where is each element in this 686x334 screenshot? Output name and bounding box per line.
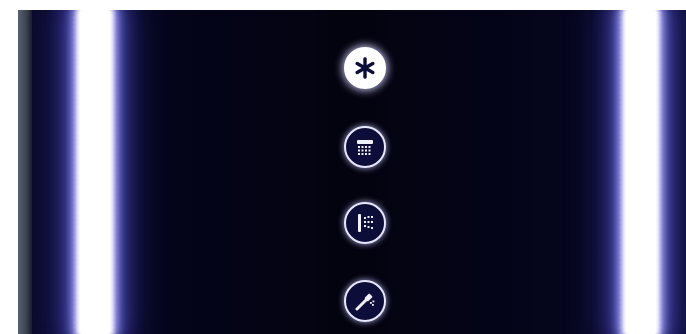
asterisk-icon <box>352 55 378 81</box>
shower-control-panel <box>18 10 686 334</box>
side-jets-icon <box>353 211 377 235</box>
rain-shower-icon <box>353 135 377 159</box>
right-led-strip <box>626 10 656 334</box>
left-led-strip <box>80 10 110 334</box>
control-column <box>344 10 390 334</box>
hand-shower-button[interactable] <box>344 280 386 322</box>
side-jets-button[interactable] <box>344 202 386 244</box>
hand-shower-icon <box>353 289 377 313</box>
rain-shower-button[interactable] <box>344 126 386 168</box>
panel-bezel <box>18 10 32 334</box>
asterisk-button[interactable] <box>344 47 386 89</box>
